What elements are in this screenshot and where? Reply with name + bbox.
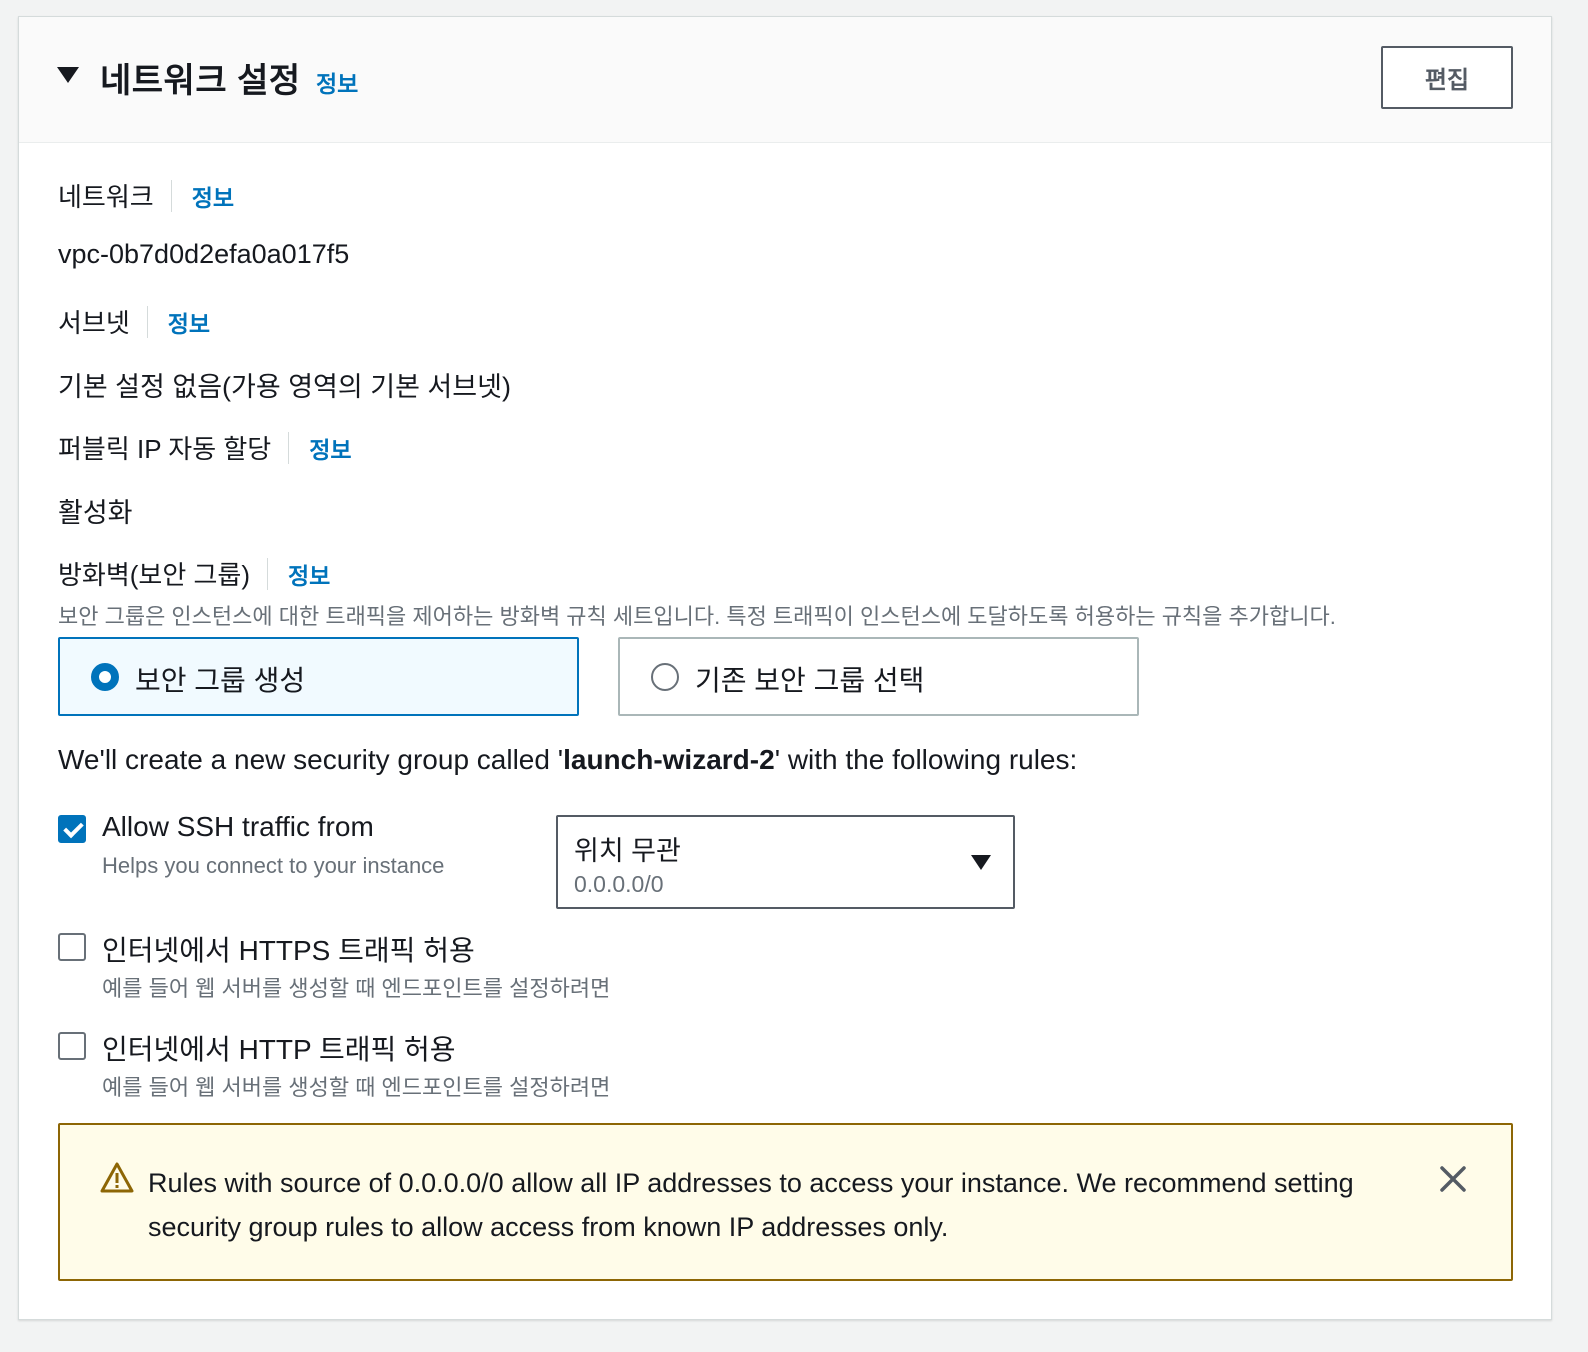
firewall-label: 방화벽(보안 그룹)	[58, 560, 250, 590]
select-selected-value: 0.0.0.0/0	[574, 871, 664, 897]
subnet-label: 서브넷	[58, 308, 130, 338]
divider	[288, 431, 290, 464]
network-info-link[interactable]: 정보	[192, 179, 234, 213]
http-rule-description: 예를 들어 웹 서버를 생성할 때 엔드포인트를 설정하려면	[102, 1075, 611, 1100]
divider	[266, 557, 268, 590]
radio-select-existing-security-group[interactable]: 기존 보안 그룹 선택	[618, 637, 1139, 716]
divider	[170, 179, 172, 212]
ssh-rule-label: Allow SSH traffic from	[102, 811, 374, 842]
sentence-suffix: ' with the following rules:	[774, 744, 1078, 775]
firewall-info-link[interactable]: 정보	[288, 557, 330, 591]
warning-text: Rules with source of 0.0.0.0/0 allow all…	[148, 1168, 1354, 1242]
panel-title: 네트워크 설정	[100, 62, 301, 100]
firewall-description: 보안 그룹은 인스턴스에 대한 트래픽을 제어하는 방화벽 규칙 세트입니다. …	[58, 604, 1336, 629]
https-rule-description: 예를 들어 웹 서버를 생성할 때 엔드포인트를 설정하려면	[102, 976, 611, 1001]
select-selected-label: 위치 무관	[574, 836, 681, 866]
caret-down-icon	[971, 855, 991, 870]
panel-header: 네트워크 설정 정보 편집	[19, 17, 1551, 143]
http-checkbox[interactable]	[58, 1032, 86, 1060]
ssh-source-select[interactable]: 위치 무관 0.0.0.0/0	[556, 815, 1015, 909]
warning-alert: Rules with source of 0.0.0.0/0 allow all…	[58, 1123, 1513, 1281]
radio-create-security-group[interactable]: 보안 그룹 생성	[58, 637, 579, 716]
https-rule-label: 인터넷에서 HTTPS 트래픽 허용	[102, 935, 475, 966]
network-label: 네트워크	[58, 182, 154, 212]
public-ip-label-row: 퍼블릭 IP 자동 할당 정보	[58, 429, 352, 466]
radio-selected-icon[interactable]	[91, 663, 119, 691]
close-icon[interactable]	[1438, 1164, 1468, 1194]
https-checkbox[interactable]	[58, 933, 86, 961]
sentence-prefix: We'll create a new security group called…	[58, 744, 564, 775]
network-label-row: 네트워크 정보	[58, 177, 234, 214]
http-rule-label: 인터넷에서 HTTP 트래픽 허용	[102, 1034, 456, 1065]
public-ip-info-link[interactable]: 정보	[309, 431, 351, 465]
public-ip-value: 활성화	[58, 498, 133, 528]
caret-down-icon[interactable]	[57, 67, 79, 83]
subnet-label-row: 서브넷 정보	[58, 303, 210, 340]
security-group-name: launch-wizard-2	[563, 744, 775, 775]
network-settings-panel: 네트워크 설정 정보 편집 네트워크 정보 vpc-0b7d0d2efa0a01…	[18, 16, 1552, 1320]
public-ip-label: 퍼블릭 IP 자동 할당	[58, 434, 272, 464]
warning-icon	[100, 1162, 134, 1193]
firewall-label-row: 방화벽(보안 그룹) 정보	[58, 555, 330, 592]
subnet-info-link[interactable]: 정보	[168, 305, 210, 339]
security-group-sentence: We'll create a new security group called…	[58, 744, 1077, 776]
divider	[146, 305, 148, 338]
header-info-link[interactable]: 정보	[316, 65, 358, 99]
ssh-rule-description: Helps you connect to your instance	[102, 853, 445, 878]
radio-create-security-group-label: 보안 그룹 생성	[135, 665, 306, 696]
edit-button[interactable]: 편집	[1381, 46, 1513, 109]
radio-unselected-icon[interactable]	[651, 663, 679, 691]
network-value: vpc-0b7d0d2efa0a017f5	[58, 239, 350, 269]
subnet-value: 기본 설정 없음(가용 영역의 기본 서브넷)	[58, 372, 511, 402]
ssh-checkbox[interactable]	[58, 815, 86, 843]
radio-select-existing-label: 기존 보안 그룹 선택	[695, 665, 925, 696]
